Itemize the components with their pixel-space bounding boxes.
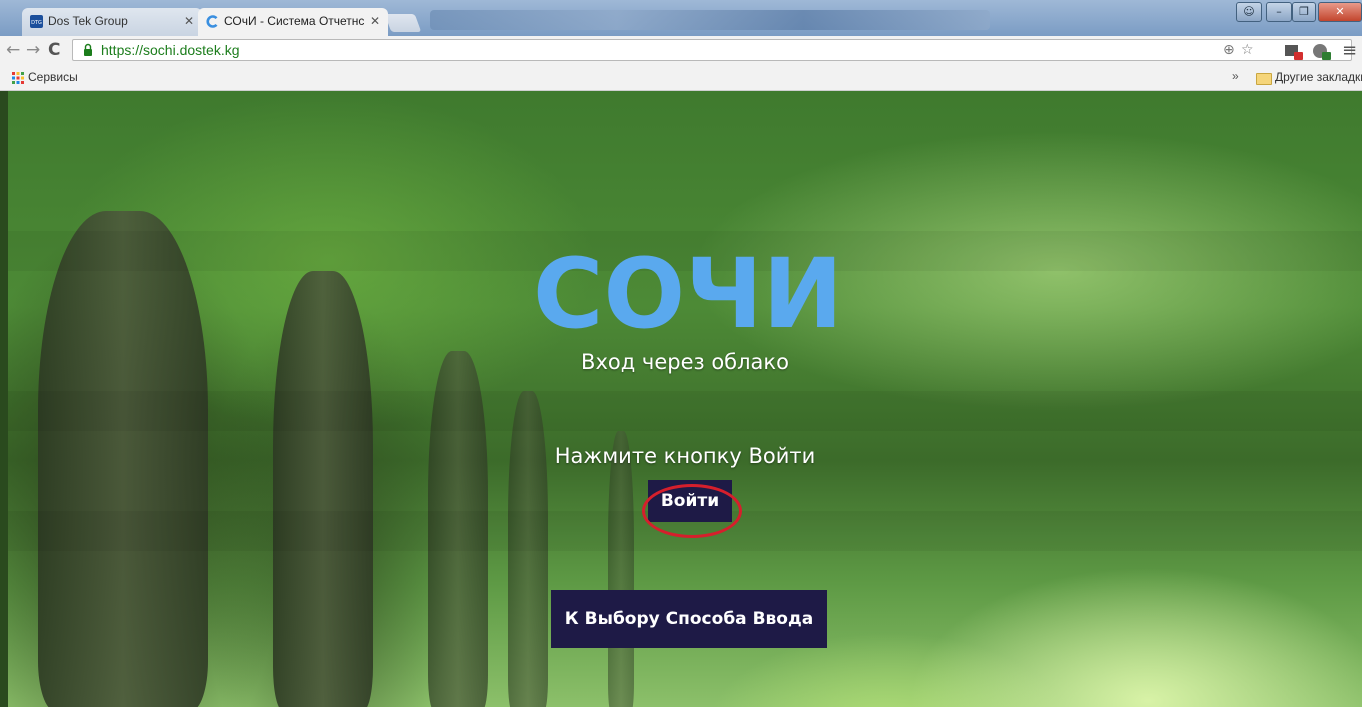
bookmark-star-icon[interactable]: ☆ (1241, 42, 1254, 58)
tab-close-icon[interactable]: ✕ (370, 8, 380, 34)
user-profile-icon[interactable]: ☺ (1236, 2, 1262, 22)
login-prompt: Нажмите кнопку Войти (554, 444, 816, 468)
folder-icon[interactable] (1256, 73, 1272, 85)
cloud-login-subtitle: Вход через облако (581, 350, 789, 374)
dtg-favicon-icon: DTG (30, 15, 43, 28)
extension-icon[interactable] (1312, 43, 1332, 61)
blurred-window-title (430, 10, 990, 30)
new-tab-button[interactable] (384, 14, 422, 32)
svg-text:DTG: DTG (31, 20, 42, 26)
browser-toolbar: ← → C https://sochi.dostek.kg ⊕ ☆ ≡ (0, 36, 1362, 66)
minimize-button[interactable]: – (1266, 2, 1292, 22)
apps-grid-icon[interactable] (12, 72, 24, 84)
logo-text: СОЧИ (533, 243, 843, 335)
more-bookmarks-chevron[interactable]: » (1232, 69, 1239, 83)
other-bookmarks-link[interactable]: Другие закладки (1275, 70, 1362, 84)
back-arrow-icon[interactable]: ← (6, 40, 20, 60)
window-close-button[interactable]: ✕ (1318, 2, 1362, 22)
tab-close-icon[interactable]: ✕ (184, 8, 194, 34)
tab-sochi[interactable]: СОчИ - Система Отчетнс ✕ (198, 8, 388, 36)
forward-arrow-icon[interactable]: → (26, 40, 40, 60)
address-bar[interactable]: https://sochi.dostek.kg ⊕ ☆ (72, 39, 1352, 61)
apps-link[interactable]: Сервисы (28, 70, 78, 84)
tab-dos-tek-group[interactable]: DTG Dos Tek Group ✕ (22, 8, 202, 36)
maximize-button[interactable]: ❐ (1292, 2, 1316, 22)
tab-title: Dos Tek Group (48, 14, 128, 28)
hamburger-menu-icon[interactable]: ≡ (1342, 40, 1357, 61)
extension-icon[interactable] (1284, 43, 1304, 61)
browser-titlebar: DTG Dos Tek Group ✕ СОчИ - Система Отчет… (0, 0, 1362, 36)
back-to-input-method-button[interactable]: К Выбору Способа Ввода (551, 590, 827, 648)
bookmarks-bar: Сервисы » Другие закладки (0, 66, 1362, 91)
reload-icon[interactable]: C (48, 40, 60, 60)
zoom-icon[interactable]: ⊕ (1223, 42, 1235, 58)
sochi-logo: СОЧИ (533, 243, 843, 335)
tab-title: СОчИ - Система Отчетнс (224, 14, 365, 28)
url-text: https://sochi.dostek.kg (101, 42, 240, 58)
page-content: СОЧИ Вход через облако Нажмите кнопку Во… (8, 91, 1362, 707)
sochi-favicon-icon (206, 15, 218, 28)
lock-icon (84, 43, 92, 56)
login-button[interactable]: Войти (648, 480, 732, 522)
